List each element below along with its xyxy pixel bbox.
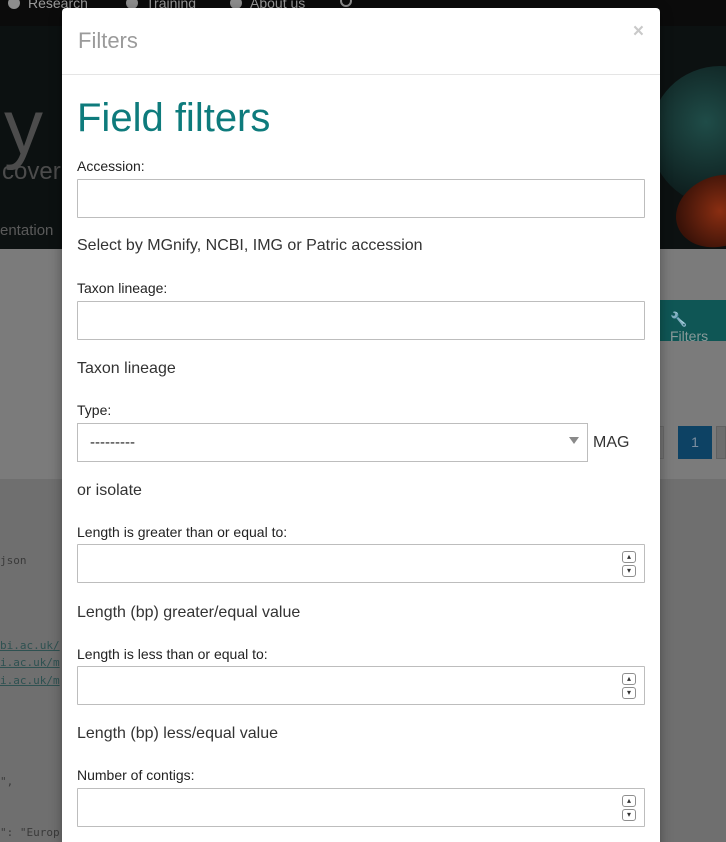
chevron-down-icon[interactable]: ▾ (622, 687, 636, 699)
network-icon (8, 0, 20, 9)
num-contigs-input[interactable] (78, 789, 644, 826)
length-lte-label: Length is less than or equal to: (77, 646, 268, 662)
length-lte-stepper[interactable]: ▴ ▾ (622, 673, 636, 699)
hero-subtitle: cover (2, 158, 61, 185)
chevron-up-icon[interactable]: ▴ (622, 551, 636, 563)
length-gte-label: Length is greater than or equal to: (77, 524, 288, 540)
pagination-current[interactable]: 1 (678, 426, 712, 459)
code-link[interactable]: bi.ac.uk/ (0, 639, 60, 652)
pagination-next[interactable] (716, 426, 726, 459)
hero-tab[interactable]: entation (0, 222, 53, 239)
code-line: json (0, 554, 27, 567)
chevron-down-icon[interactable]: ▾ (622, 565, 636, 577)
accession-input[interactable] (78, 180, 644, 217)
num-contigs-field[interactable]: ▴ ▾ (77, 788, 645, 827)
type-select[interactable]: --------- (77, 423, 588, 462)
section-heading: Field filters (77, 96, 271, 140)
modal-header: Filters × (62, 8, 660, 75)
taxon-lineage-label: Taxon lineage: (77, 280, 168, 296)
type-help-wrap: or isolate (77, 482, 142, 499)
code-line: ": "Europ (0, 826, 60, 839)
num-contigs-label: Number of contigs: (77, 767, 195, 783)
length-lte-input[interactable] (78, 667, 644, 704)
search-icon[interactable] (340, 0, 352, 7)
length-gte-stepper[interactable]: ▴ ▾ (622, 551, 636, 577)
length-lte-field[interactable]: ▴ ▾ (77, 666, 645, 705)
accession-label: Accession: (77, 158, 145, 174)
taxon-lineage-field[interactable] (77, 301, 645, 340)
chevron-down-icon (569, 437, 579, 444)
code-link[interactable]: i.ac.uk/m (0, 674, 60, 687)
close-icon[interactable]: × (633, 21, 644, 43)
accession-field[interactable] (77, 179, 645, 218)
filters-modal: Filters × Field filters Accession: Selec… (62, 8, 660, 842)
length-gte-help: Length (bp) greater/equal value (77, 604, 301, 621)
length-gte-field[interactable]: ▴ ▾ (77, 544, 645, 583)
code-line: ", (0, 775, 14, 788)
type-select-value: --------- (90, 434, 135, 451)
chevron-down-icon[interactable]: ▾ (622, 809, 636, 821)
code-link[interactable]: i.ac.uk/m (0, 656, 60, 669)
search-icon-glyph (340, 0, 352, 7)
filters-button-label: Filters (670, 328, 709, 344)
type-help-inline: MAG (593, 434, 630, 451)
filters-button[interactable]: 🔧 Filters (660, 300, 726, 344)
length-lte-help: Length (bp) less/equal value (77, 725, 279, 742)
accession-help: Select by MGnify, NCBI, IMG or Patric ac… (77, 237, 423, 254)
chevron-up-icon[interactable]: ▴ (622, 795, 636, 807)
taxon-lineage-input[interactable] (78, 302, 644, 339)
chevron-up-icon[interactable]: ▴ (622, 673, 636, 685)
length-gte-input[interactable] (78, 545, 644, 582)
type-label: Type: (77, 402, 112, 418)
modal-title: Filters (78, 28, 138, 53)
taxon-lineage-help: Taxon lineage (77, 360, 176, 377)
num-contigs-stepper[interactable]: ▴ ▾ (622, 795, 636, 821)
